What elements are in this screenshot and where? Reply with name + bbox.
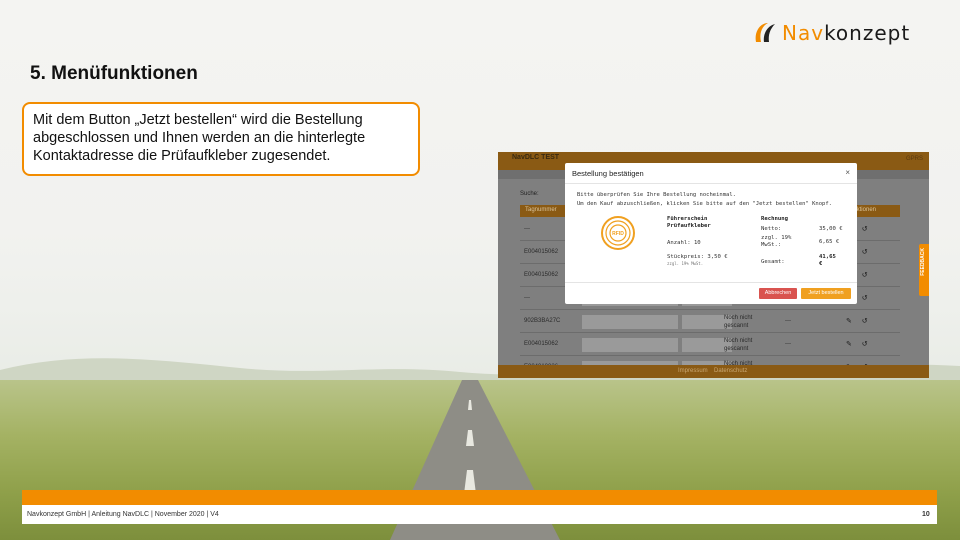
- modal-instruction-2: Um den Kauf abzuschließen, klicken Sie b…: [577, 201, 832, 207]
- product-unit-note: zzgl. 19% MwSt.: [667, 261, 704, 266]
- net-label: Netto:: [761, 226, 782, 232]
- modal-instruction-1: Bitte überprüfen Sie Ihre Bestellung noc…: [577, 192, 736, 198]
- modal-footer-divider: [565, 282, 857, 283]
- product-unit-price: Stückpreis: 3,50 €: [667, 254, 728, 260]
- search-label: Suche:: [520, 191, 539, 197]
- total-value: 41,65 €: [819, 254, 836, 267]
- row-action-icons[interactable]: ✎ ↺: [846, 317, 872, 325]
- row-tag-id: E004015062: [524, 249, 559, 255]
- row-dash: ---: [785, 341, 791, 347]
- footer-link-impressum[interactable]: Impressum: [678, 368, 708, 374]
- footer-link-datenschutz[interactable]: Datenschutz: [714, 368, 747, 374]
- app-header-gprs: GPRS: [905, 156, 923, 162]
- table-row: E004015062 Noch nicht gescannt --- ✎ ↺: [520, 334, 900, 356]
- row-status: Noch nicht gescannt: [724, 315, 753, 329]
- rfid-badge-text: RFID: [612, 231, 624, 237]
- table-header-tagnummer: Tagnummer: [525, 207, 557, 213]
- page-number: 10: [922, 511, 930, 518]
- row-tag-id: ---: [524, 295, 530, 301]
- row-status: Noch nicht gescannt: [724, 338, 753, 352]
- logo-text-nav: Nav: [782, 21, 825, 45]
- row-tag-id: ---: [524, 226, 530, 232]
- order-confirm-modal: Bestellung bestätigen × Bitte überprüfen…: [565, 163, 857, 304]
- row-dash: ---: [785, 318, 791, 324]
- net-value: 35,00 €: [819, 226, 843, 232]
- logo-text-konzept: konzept: [824, 21, 911, 45]
- row-input-cell: [628, 338, 678, 352]
- product-quantity: Anzahl: 10: [667, 240, 701, 246]
- row-tag-id: E004015062: [524, 272, 559, 278]
- feedback-label: FEEDBACK: [920, 248, 926, 276]
- modal-title: Bestellung bestätigen: [572, 169, 644, 178]
- footer-text: Navkonzept GmbH | Anleitung NavDLC | Nov…: [27, 511, 219, 518]
- navkonzept-logo: Navkonzept: [752, 18, 942, 48]
- vat-label: zzgl. 19% MwSt.:: [761, 235, 792, 248]
- logo-swoosh-icon: [755, 23, 775, 42]
- row-tag-id: E004015062: [524, 341, 559, 347]
- table-row: 902B3BA27C Noch nicht gescannt --- ✎ ↺: [520, 311, 900, 333]
- total-label: Gesamt:: [761, 259, 785, 265]
- row-input-cell: [582, 315, 632, 329]
- info-box: Mit dem Button „Jetzt bestellen“ wird di…: [22, 102, 420, 176]
- close-icon[interactable]: ×: [845, 168, 850, 177]
- vat-value: 6,65 €: [819, 239, 840, 245]
- order-now-button[interactable]: Jetzt bestellen: [801, 288, 851, 299]
- app-footer: Impressum Datenschutz: [498, 365, 929, 378]
- row-action-icons[interactable]: ✎ ↺: [846, 340, 872, 348]
- app-title: NavDLC TEST: [512, 154, 560, 161]
- cancel-button[interactable]: Abbrechen: [759, 288, 797, 299]
- rfid-badge-icon: RFID: [601, 216, 635, 250]
- invoice-title: Rechnung: [761, 216, 788, 222]
- modal-divider: [565, 183, 857, 184]
- row-input-cell: [628, 315, 678, 329]
- footer-orange-band: [22, 490, 937, 505]
- product-title: Führerschein Prüfaufkleber: [667, 216, 711, 229]
- row-input-cell: [582, 338, 632, 352]
- feedback-tab[interactable]: FEEDBACK: [919, 244, 929, 296]
- page-title: 5. Menüfunktionen: [30, 63, 198, 84]
- row-tag-id: 902B3BA27C: [524, 318, 561, 324]
